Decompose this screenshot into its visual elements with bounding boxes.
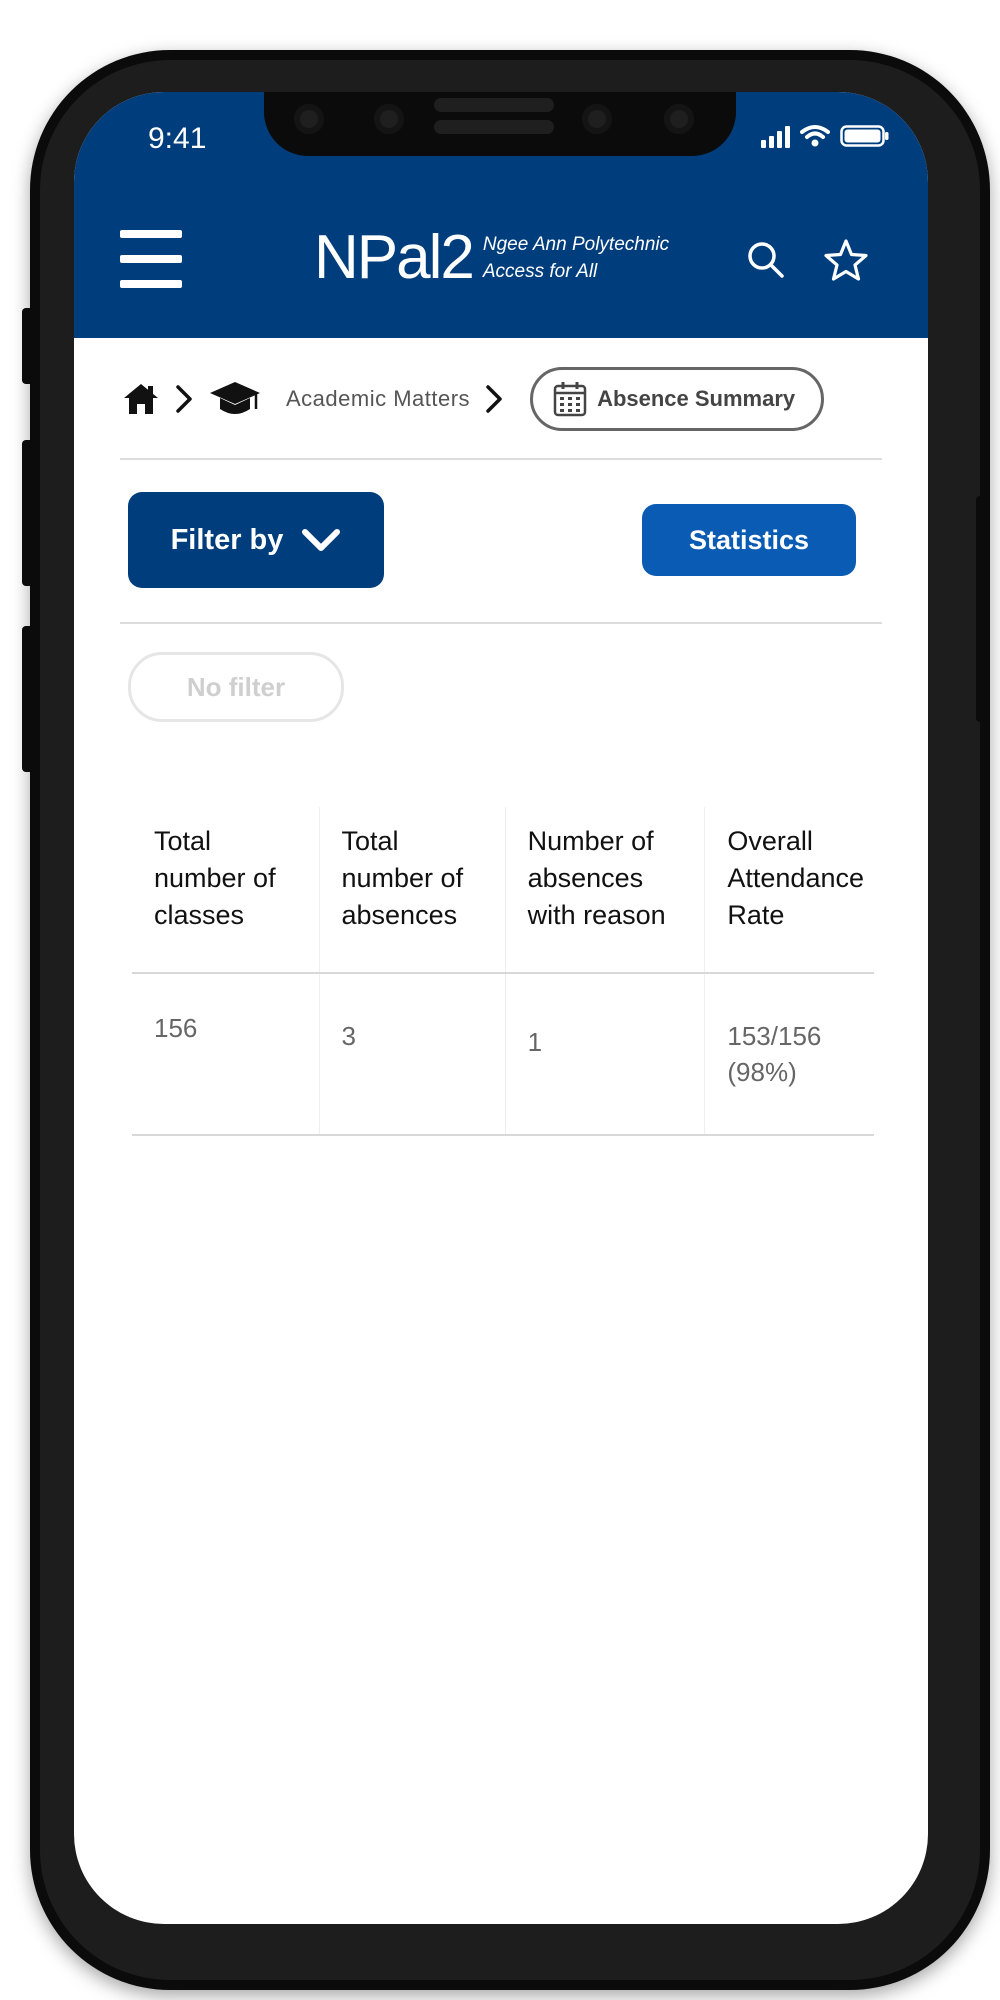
volume-up-button [22, 440, 34, 586]
column-header-absences-with-reason: Number of absences with reason [504, 807, 705, 974]
app-header: 9:41 NPal2 Ngee Ann Polytechnic Access f… [74, 92, 928, 338]
chevron-down-icon [302, 529, 341, 551]
header-line: absences [527, 863, 644, 893]
cell-total-absences: 3 [318, 973, 506, 1136]
attendance-fraction: 153/156 [727, 1021, 822, 1051]
graduation-cap-icon[interactable] [208, 379, 262, 419]
header-line: with reason [527, 900, 666, 930]
header-line: Number of [527, 826, 654, 856]
power-button [976, 496, 988, 722]
wifi-icon [800, 125, 830, 147]
logo-text: NPal2 [314, 223, 475, 292]
header-line: number of [154, 863, 276, 893]
filter-by-button[interactable]: Filter by [128, 492, 384, 588]
header-line: classes [154, 900, 245, 930]
cell-attendance-rate: 153/156 (98%) [704, 973, 874, 1136]
breadcrumb: Academic Matters Absence Summary [122, 367, 825, 431]
signal-icon [761, 126, 790, 148]
filter-by-label: Filter by [170, 523, 284, 556]
breadcrumb-current-page: Absence Summary [530, 367, 825, 431]
absence-summary-table: Total number of classes Total number of … [132, 807, 874, 1136]
logo-tagline-line: Access for All [482, 260, 598, 282]
attendance-percentage: (98%) [727, 1057, 797, 1087]
logo-tagline-line: Ngee Ann Polytechnic [482, 233, 670, 255]
column-header-total-absences: Total number of absences [318, 807, 506, 974]
header-line: Total [341, 826, 399, 856]
notch [264, 92, 736, 156]
screen: 9:41 NPal2 Ngee Ann Polytechnic Access f… [74, 92, 928, 1924]
status-time: 9:41 [148, 122, 207, 155]
no-filter-chip[interactable]: No filter [128, 652, 344, 722]
star-icon[interactable] [822, 236, 870, 284]
breadcrumb-absence-summary: Absence Summary [597, 386, 796, 411]
speaker-grille [434, 98, 554, 112]
table-header-row: Total number of classes Total number of … [132, 807, 874, 974]
calendar-icon [553, 382, 587, 417]
header-line: number of [341, 863, 464, 893]
sensor-icon [582, 104, 612, 134]
breadcrumb-academic-matters[interactable]: Academic Matters [286, 386, 470, 412]
chevron-right-icon [486, 385, 502, 413]
header-line: Total [154, 826, 212, 856]
header-line: absences [341, 900, 458, 930]
speaker-grille [434, 120, 554, 134]
battery-icon [840, 125, 889, 147]
logo-tagline: Ngee Ann Polytechnic Access for All [483, 231, 669, 285]
status-icons [761, 124, 890, 148]
cell-total-classes: 156 [132, 973, 319, 1136]
volume-down-button [22, 626, 34, 772]
app-logo: NPal2 Ngee Ann Polytechnic Access for Al… [314, 222, 669, 293]
header-line: Overall [727, 826, 813, 856]
search-icon[interactable] [742, 236, 790, 284]
chevron-right-icon [176, 385, 192, 413]
column-header-attendance-rate: Overall Attendance Rate [704, 807, 874, 974]
menu-button[interactable] [120, 230, 182, 288]
cell-absences-with-reason: 1 [504, 973, 705, 1136]
divider [120, 458, 882, 460]
camera-icon [374, 104, 404, 134]
statistics-button[interactable]: Statistics [642, 504, 856, 576]
header-line: Rate [727, 900, 785, 930]
divider [120, 622, 882, 624]
header-line: Attendance [727, 863, 864, 893]
table-row: 156 3 1 153/156 (98%) [132, 973, 874, 1136]
camera-icon [664, 104, 694, 134]
home-icon[interactable] [122, 382, 160, 416]
silent-switch [22, 308, 34, 384]
column-header-total-classes: Total number of classes [132, 807, 319, 974]
sensor-icon [294, 104, 324, 134]
